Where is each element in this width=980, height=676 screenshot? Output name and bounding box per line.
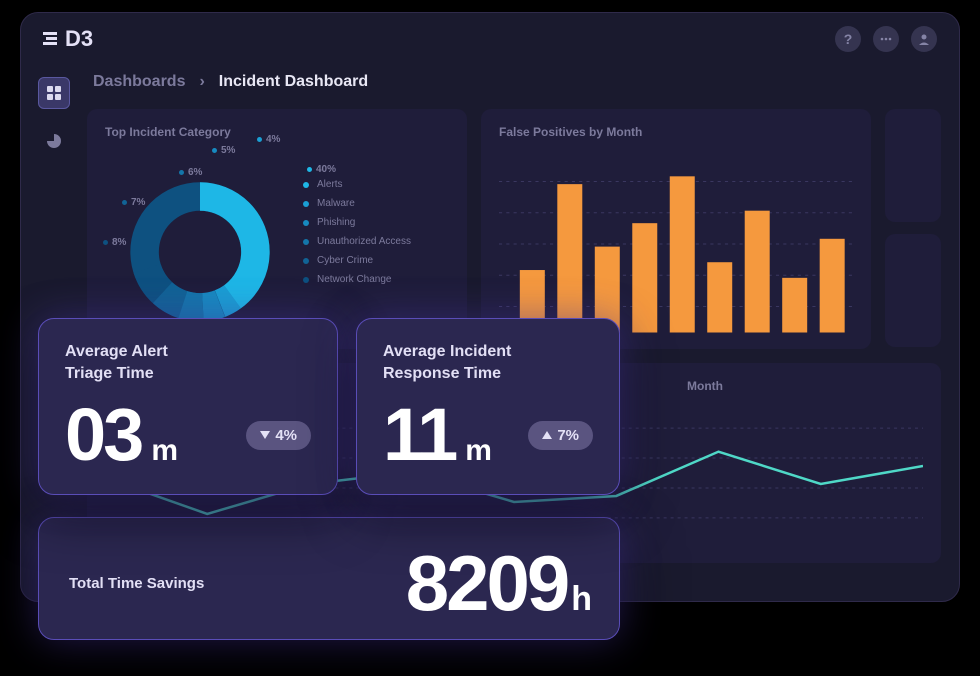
caret-up-icon: [542, 431, 552, 439]
donut-pct: 8%: [103, 237, 126, 248]
legend-item: Unauthorized Access: [303, 236, 411, 247]
sidebar-reports-icon[interactable]: [38, 125, 70, 157]
donut-pct: 6%: [179, 167, 202, 178]
topbar: D3 ?: [21, 13, 959, 65]
legend-item: Phishing: [303, 217, 411, 228]
brand-text: D3: [65, 26, 93, 51]
donut-pct: 7%: [122, 197, 145, 208]
donut-pct: 4%: [257, 134, 280, 145]
placeholder-card: [885, 234, 941, 347]
brand-logo: D3: [43, 26, 119, 52]
metric-title: Total Time Savings: [69, 575, 204, 592]
avg-response-time-card: Average IncidentResponse Time 11 m 7%: [356, 318, 620, 495]
metric-unit: m: [151, 434, 178, 468]
legend-item: Network Change: [303, 274, 411, 285]
false-positives-card: False Positives by Month: [481, 109, 871, 349]
user-avatar-icon[interactable]: [911, 26, 937, 52]
help-icon[interactable]: ?: [835, 26, 861, 52]
metric-value: 11: [383, 398, 455, 472]
metric-title: Average AlertTriage Time: [65, 341, 311, 384]
avg-triage-time-card: Average AlertTriage Time 03 m 4%: [38, 318, 338, 495]
card-title: False Positives by Month: [499, 125, 853, 139]
breadcrumb: Dashboards › Incident Dashboard: [93, 73, 941, 91]
chat-icon[interactable]: [873, 26, 899, 52]
metric-title: Average IncidentResponse Time: [383, 341, 593, 384]
total-time-savings-card: Total Time Savings 8209 h: [38, 517, 620, 640]
delta-badge: 7%: [528, 421, 593, 450]
breadcrumb-parent[interactable]: Dashboards: [93, 73, 185, 91]
top-incident-category-card: Top Incident Category: [87, 109, 467, 349]
metric-value: 8209: [406, 538, 568, 629]
breadcrumb-current: Incident Dashboard: [219, 73, 368, 91]
placeholder-card: [885, 109, 941, 222]
legend-item: Cyber Crime: [303, 255, 411, 266]
delta-badge: 4%: [246, 421, 311, 450]
legend-item: Alerts: [303, 179, 411, 190]
caret-down-icon: [260, 431, 270, 439]
metric-unit: h: [571, 580, 589, 619]
bar-chart: [499, 149, 853, 339]
legend-item: Malware: [303, 198, 411, 209]
donut-pct: 5%: [212, 145, 235, 156]
chevron-right-icon: ›: [199, 73, 204, 91]
sidebar-dashboard-icon[interactable]: [38, 77, 70, 109]
metric-value: 03: [65, 398, 141, 472]
donut-legend: Alerts Malware Phishing Unauthorized Acc…: [303, 179, 411, 293]
donut-pct: 40%: [307, 164, 336, 175]
metric-unit: m: [465, 434, 492, 468]
